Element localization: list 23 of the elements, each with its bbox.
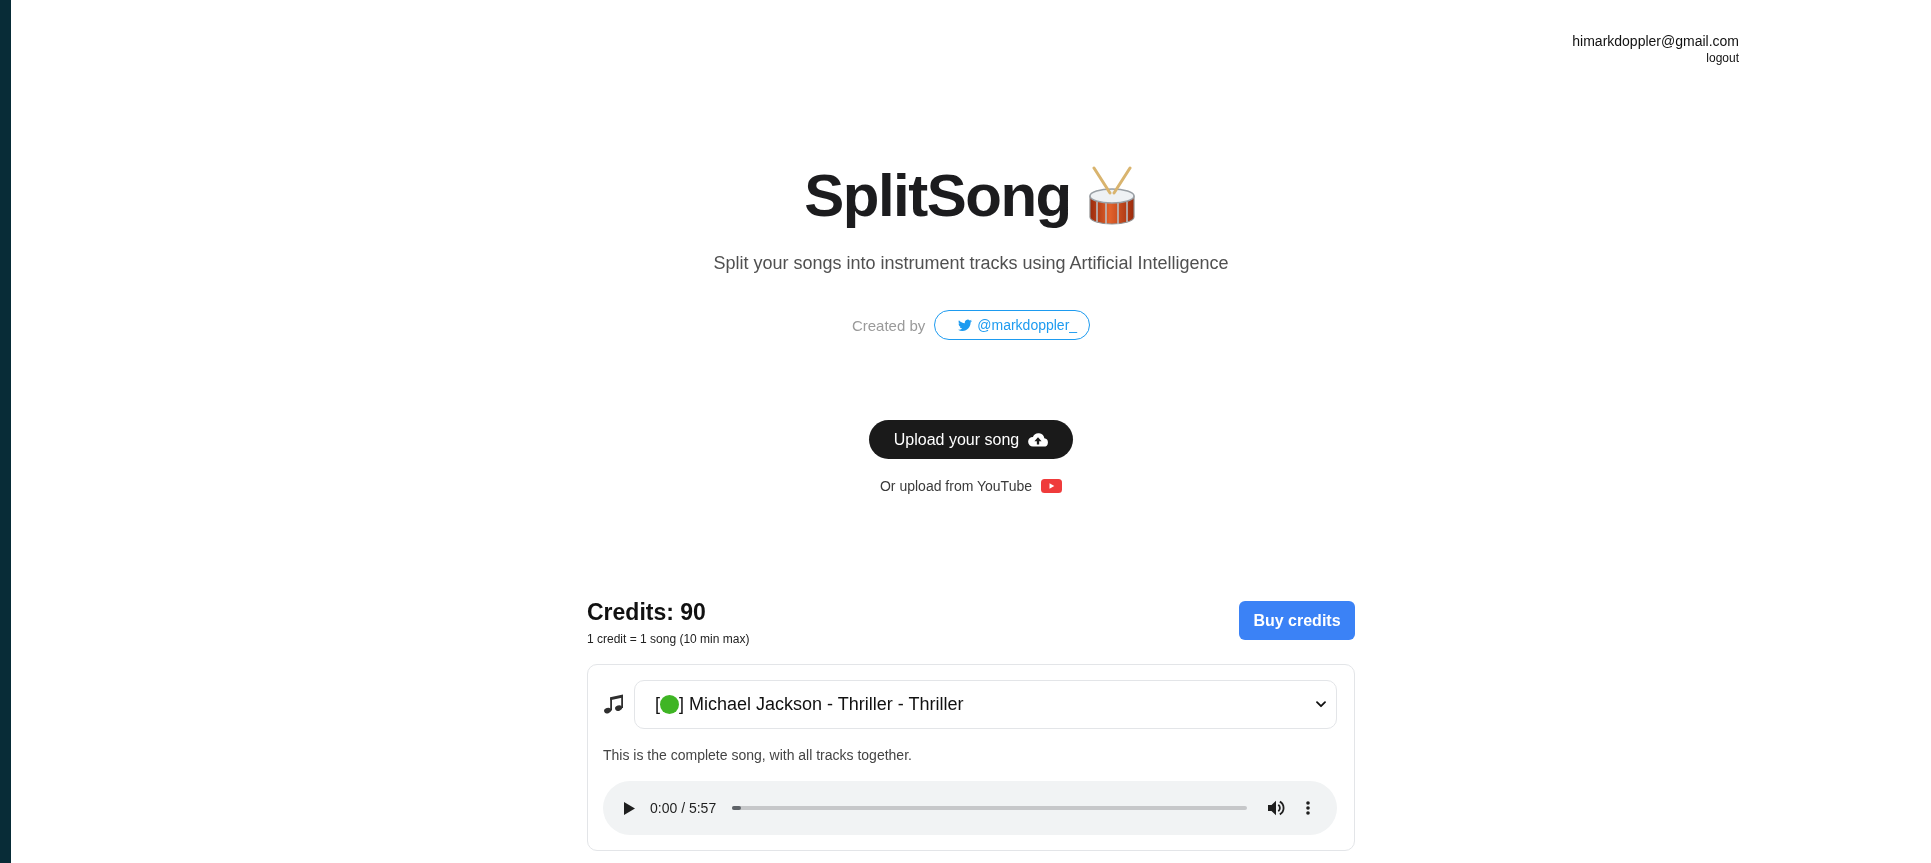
logout-link[interactable]: logout [1706, 51, 1739, 66]
youtube-icon [1041, 479, 1062, 493]
play-icon[interactable] [624, 801, 635, 815]
created-by-label: Created by [851, 316, 926, 334]
more-options-icon[interactable] [1306, 801, 1310, 815]
upload-button[interactable]: Upload your song [868, 420, 1074, 459]
progress-track[interactable] [732, 806, 1247, 810]
credits-note: 1 credit = 1 song (10 min max) [587, 632, 750, 647]
credits-heading: Credits: 90 [587, 598, 707, 626]
music-note-icon [603, 694, 625, 715]
player-time: 0:00 / 5:57 [650, 800, 717, 816]
chevron-down-icon [1316, 701, 1326, 708]
song-description: This is the complete song, with all tracks together. [603, 746, 913, 764]
volume-icon[interactable] [1268, 800, 1285, 816]
buy-credits-button[interactable]: Buy credits [1239, 601, 1355, 640]
app-subtitle: Split your songs into instrument tracks using Artificial Intelligence [713, 252, 1229, 274]
app-title: SplitSong [804, 163, 1071, 229]
bird-icon [958, 319, 973, 331]
song-select[interactable]: [ ] Michael Jackson - Thriller - Thriller [634, 680, 1337, 729]
progress-thumb[interactable] [732, 806, 742, 810]
account-email: himarkdoppler@gmail.com [1572, 33, 1739, 50]
cloud-upload-icon [1028, 432, 1049, 447]
youtube-upload-link[interactable]: Or upload from YouTube [880, 476, 1062, 496]
